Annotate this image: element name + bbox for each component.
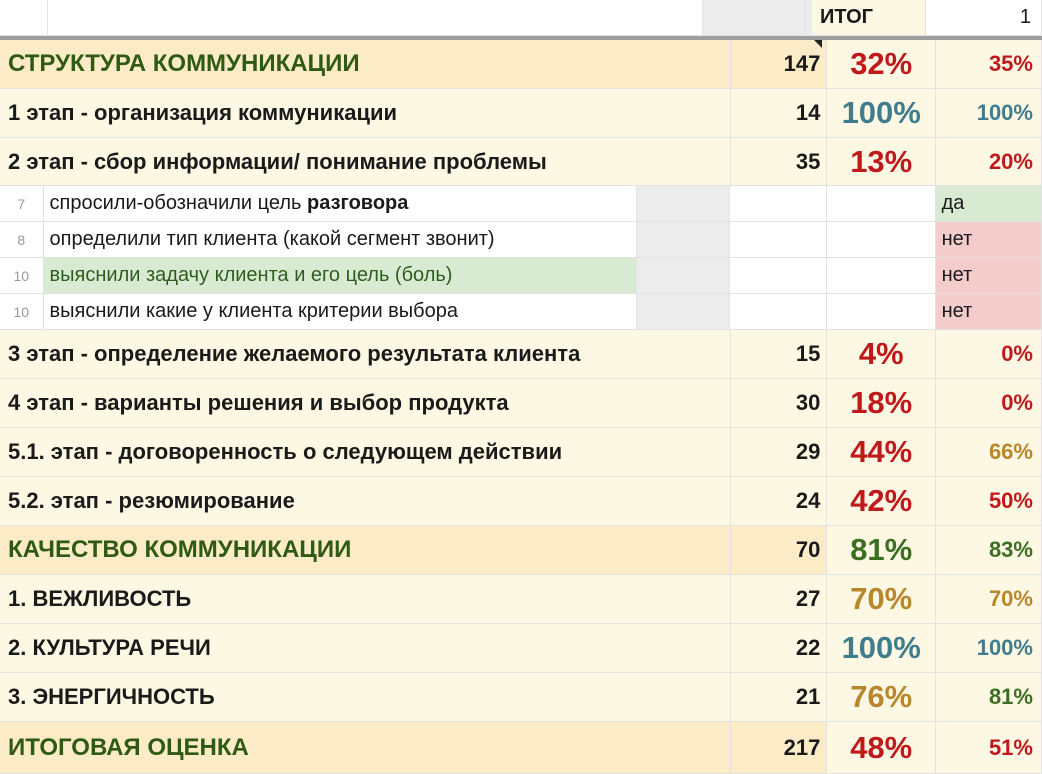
empty-cell[interactable]: [826, 222, 936, 258]
percent-cell[interactable]: 18%: [827, 379, 937, 428]
score-cell[interactable]: 15: [730, 330, 828, 379]
empty-cell[interactable]: [730, 294, 827, 330]
score-cell[interactable]: 14: [730, 89, 828, 138]
section-title[interactable]: ИТОГОВАЯ ОЦЕНКА: [0, 722, 731, 774]
final-percent-cell[interactable]: 81%: [936, 673, 1042, 722]
score-cell[interactable]: 35: [730, 138, 828, 186]
question-text[interactable]: определили тип клиента (какой сегмент зв…: [43, 222, 637, 258]
answer-no[interactable]: нет: [935, 294, 1042, 330]
table-row: ИТОГОВАЯ ОЦЕНКА 217 48% 51%: [0, 722, 1042, 774]
header-row: ИТОГ 1: [0, 0, 1042, 36]
percent-cell[interactable]: 100%: [827, 89, 937, 138]
empty-gray-cell[interactable]: [636, 294, 731, 330]
comment-marker-icon: [814, 40, 823, 48]
percent-cell[interactable]: 76%: [827, 673, 937, 722]
table-row: 3. ЭНЕРГИЧНОСТЬ 21 76% 81%: [0, 673, 1042, 722]
stage-title[interactable]: 4 этап - варианты решения и выбор продук…: [0, 379, 731, 428]
final-percent-cell[interactable]: 66%: [936, 428, 1042, 477]
final-percent-cell[interactable]: 50%: [936, 477, 1042, 526]
empty-cell[interactable]: [826, 294, 936, 330]
question-row: 7 спросили-обозначили цель разговора да: [0, 186, 1042, 222]
empty-cell[interactable]: [826, 258, 936, 294]
final-percent-cell[interactable]: 0%: [936, 379, 1042, 428]
score-cell[interactable]: 147: [730, 40, 828, 89]
percent-cell[interactable]: 44%: [827, 428, 937, 477]
final-percent-cell[interactable]: 70%: [936, 575, 1042, 624]
total-value[interactable]: 1: [926, 0, 1042, 36]
question-number: 10: [0, 258, 44, 294]
total-label[interactable]: ИТОГ: [812, 0, 926, 36]
score-cell[interactable]: 27: [730, 575, 828, 624]
score-cell[interactable]: 29: [730, 428, 828, 477]
percent-cell[interactable]: 81%: [827, 526, 937, 575]
percent-cell[interactable]: 4%: [827, 330, 937, 379]
percent-cell[interactable]: 48%: [827, 722, 937, 774]
table-row: 5.1. этап - договоренность о следующем д…: [0, 428, 1042, 477]
final-percent-cell[interactable]: 83%: [936, 526, 1042, 575]
stage-title[interactable]: 1 этап - организация коммуникации: [0, 89, 731, 138]
empty-gray-cell[interactable]: [636, 258, 731, 294]
question-text[interactable]: выяснили какие у клиента критерии выбора: [43, 294, 637, 330]
final-percent-cell[interactable]: 51%: [936, 722, 1042, 774]
answer-yes[interactable]: да: [935, 186, 1042, 222]
empty-cell[interactable]: [730, 222, 827, 258]
question-number: 8: [0, 222, 44, 258]
table-row: 2. КУЛЬТУРА РЕЧИ 22 100% 100%: [0, 624, 1042, 673]
score-cell[interactable]: 30: [730, 379, 828, 428]
table-row: 1. ВЕЖЛИВОСТЬ 27 70% 70%: [0, 575, 1042, 624]
table-row: 4 этап - варианты решения и выбор продук…: [0, 379, 1042, 428]
percent-cell[interactable]: 32%: [827, 40, 937, 89]
answer-no[interactable]: нет: [935, 258, 1042, 294]
empty-gray-cell[interactable]: [636, 222, 731, 258]
final-percent-cell[interactable]: 0%: [936, 330, 1042, 379]
empty-cell[interactable]: [730, 258, 827, 294]
row-header-cell[interactable]: [0, 0, 48, 36]
table-row: КАЧЕСТВО КОММУНИКАЦИИ 70 81% 83%: [0, 526, 1042, 575]
percent-cell[interactable]: 13%: [827, 138, 937, 186]
table-row: 2 этап - сбор информации/ понимание проб…: [0, 138, 1042, 186]
final-percent-cell[interactable]: 100%: [936, 624, 1042, 673]
final-percent-cell[interactable]: 100%: [936, 89, 1042, 138]
section-title[interactable]: КАЧЕСТВО КОММУНИКАЦИИ: [0, 526, 731, 575]
table-row: СТРУКТУРА КОММУНИКАЦИИ 147 32% 35%: [0, 40, 1042, 89]
stage-title[interactable]: 3 этап - определение желаемого результат…: [0, 330, 731, 379]
question-number: 10: [0, 294, 44, 330]
final-percent-cell[interactable]: 20%: [936, 138, 1042, 186]
question-number: 7: [0, 186, 44, 222]
stage-title[interactable]: 3. ЭНЕРГИЧНОСТЬ: [0, 673, 731, 722]
answer-no[interactable]: нет: [935, 222, 1042, 258]
score-cell[interactable]: 21: [730, 673, 828, 722]
empty-gray-cell[interactable]: [703, 0, 806, 36]
stage-title[interactable]: 2. КУЛЬТУРА РЕЧИ: [0, 624, 731, 673]
empty-gray-cell[interactable]: [636, 186, 731, 222]
percent-cell[interactable]: 42%: [827, 477, 937, 526]
question-row: 8 определили тип клиента (какой сегмент …: [0, 222, 1042, 258]
empty-cell[interactable]: [730, 186, 827, 222]
question-text[interactable]: спросили-обозначили цель разговора: [43, 186, 637, 222]
question-row: 10 выяснили какие у клиента критерии выб…: [0, 294, 1042, 330]
stage-title[interactable]: 2 этап - сбор информации/ понимание проб…: [0, 138, 731, 186]
percent-cell[interactable]: 100%: [827, 624, 937, 673]
empty-cell[interactable]: [48, 0, 703, 36]
section-title[interactable]: СТРУКТУРА КОММУНИКАЦИИ: [0, 40, 731, 89]
percent-cell[interactable]: 70%: [827, 575, 937, 624]
spreadsheet: ИТОГ 1 СТРУКТУРА КОММУНИКАЦИИ 147 32% 35…: [0, 0, 1042, 774]
table-row: 3 этап - определение желаемого результат…: [0, 330, 1042, 379]
empty-cell[interactable]: [826, 186, 936, 222]
question-text[interactable]: выяснили задачу клиента и его цель (боль…: [43, 258, 637, 294]
table-row: 1 этап - организация коммуникации 14 100…: [0, 89, 1042, 138]
stage-title[interactable]: 5.2. этап - резюмирование: [0, 477, 731, 526]
table-row: 5.2. этап - резюмирование 24 42% 50%: [0, 477, 1042, 526]
score-cell[interactable]: 24: [730, 477, 828, 526]
final-percent-cell[interactable]: 35%: [936, 40, 1042, 89]
score-cell[interactable]: 217: [730, 722, 828, 774]
question-row: 10 выяснили задачу клиента и его цель (б…: [0, 258, 1042, 294]
score-cell[interactable]: 22: [730, 624, 828, 673]
stage-title[interactable]: 5.1. этап - договоренность о следующем д…: [0, 428, 731, 477]
score-cell[interactable]: 70: [730, 526, 828, 575]
stage-title[interactable]: 1. ВЕЖЛИВОСТЬ: [0, 575, 731, 624]
